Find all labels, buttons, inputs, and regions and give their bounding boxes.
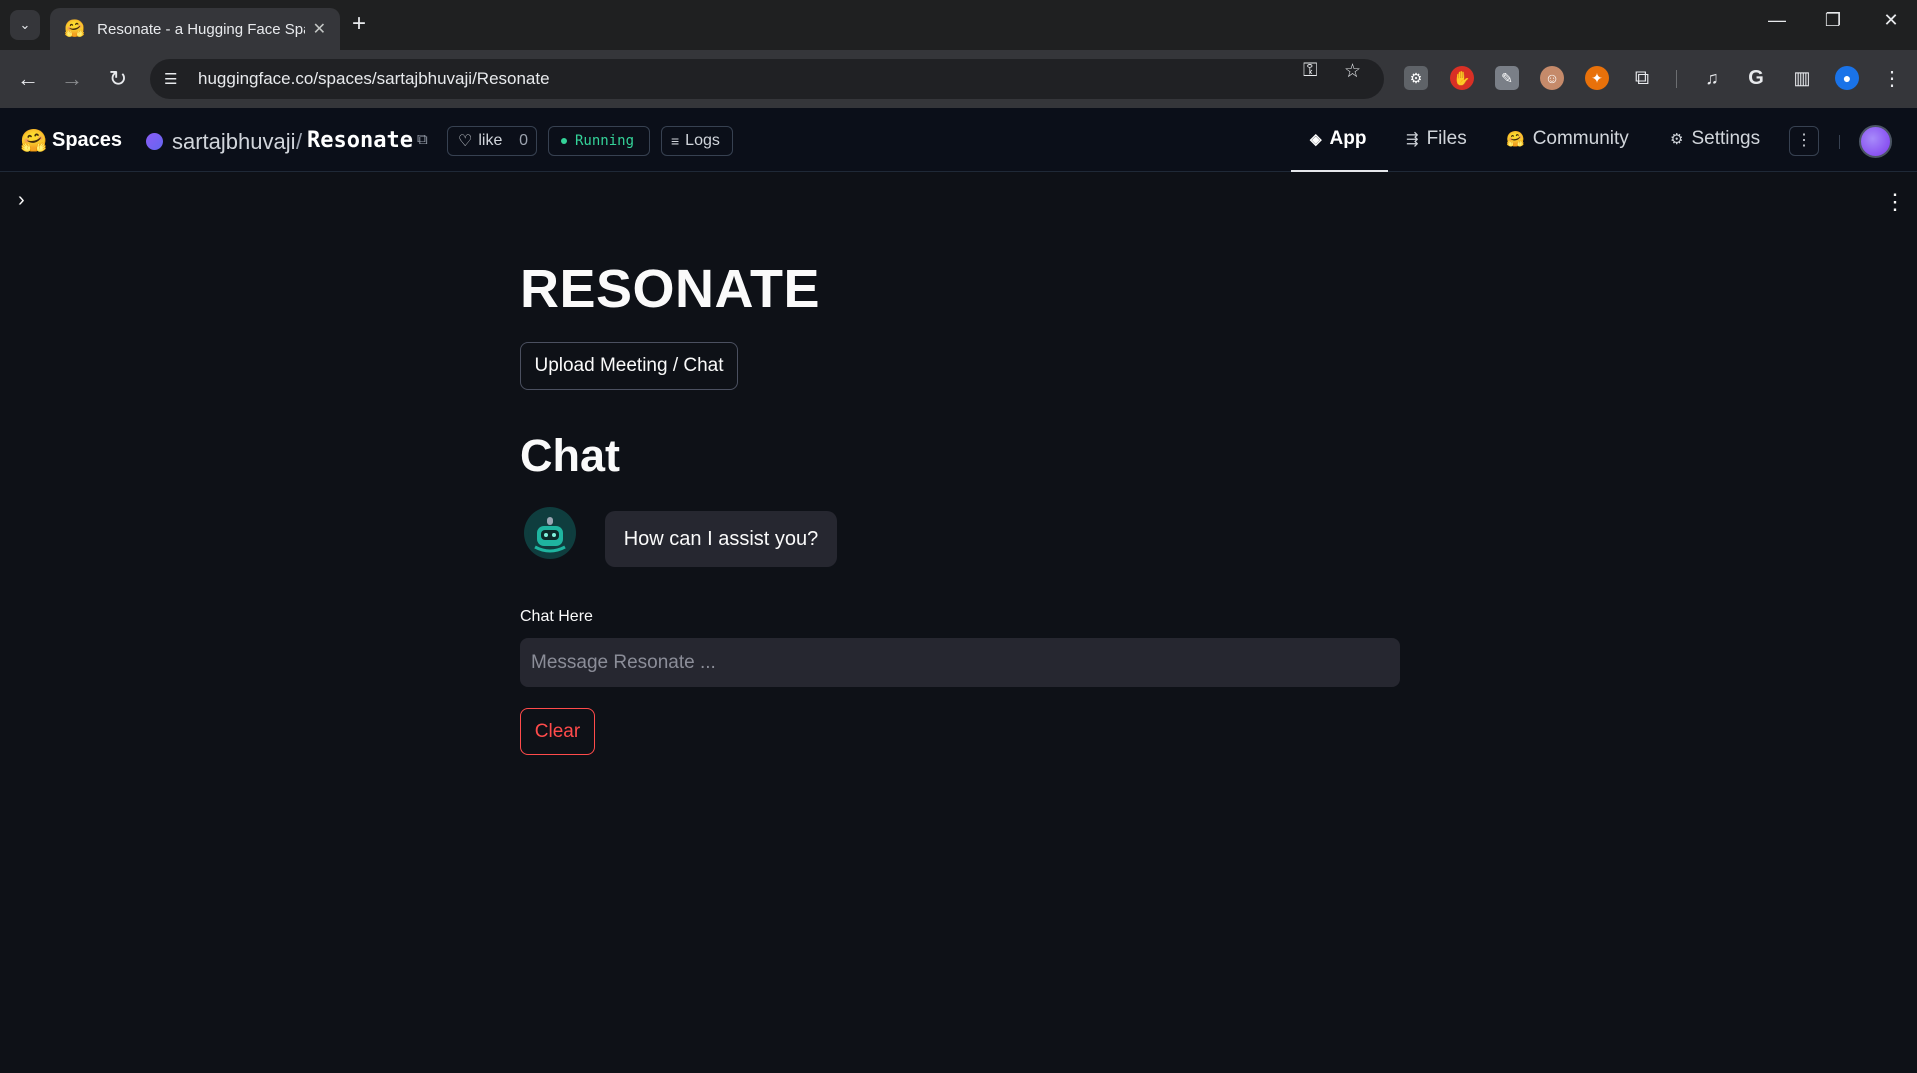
assistant-avatar-icon [524,507,576,559]
restore-icon[interactable]: ❐ [1818,10,1848,31]
hf-space-header: 🤗 Spaces sartajbhuvaji / Resonate ⧉ ♡ li… [0,108,1917,172]
browser-tab[interactable]: 🤗 Resonate - a Hugging Face Spa ✕ [50,8,340,50]
path-slash: / [296,129,303,154]
side-panel-icon[interactable]: ▥ [1790,66,1814,90]
status-label: Running [575,133,635,149]
gear-icon: ⚙ [1670,131,1684,148]
extension-hand-icon[interactable]: ✋ [1450,66,1474,90]
upload-meeting-button[interactable]: Upload Meeting / Chat [520,342,738,390]
heart-icon: ♡ [458,133,473,150]
reload-icon[interactable]: ↻ [103,65,133,93]
logs-label: Logs [685,132,720,149]
browser-toolbar: ← → ↻ ☰ huggingface.co/spaces/sartajbhuv… [0,50,1917,108]
forward-arrow-icon[interactable]: → [57,65,87,93]
logs-button[interactable]: ≡ Logs [661,126,733,156]
extension-pen-icon[interactable]: ✎ [1495,66,1519,90]
tab-favicon-icon: 🤗 [64,19,86,38]
browser-tab-bar: ⌄ 🤗 Resonate - a Hugging Face Spa ✕ + — … [0,0,1917,50]
new-tab-plus-icon[interactable]: + [352,12,366,36]
community-icon: 🤗 [1506,131,1525,148]
tab-files-label: Files [1426,128,1467,149]
chat-heading: Chat [520,430,620,481]
extension-face-icon[interactable]: ☺ [1540,66,1564,90]
owner-link[interactable]: sartajbhuvaji [172,129,296,155]
owner-avatar-icon [146,133,163,150]
tab-title: Resonate - a Hugging Face Spa [97,20,305,38]
assistant-message: How can I assist you? [605,511,837,567]
window-close-icon[interactable]: ✕ [1876,10,1906,31]
chat-input-label: Chat Here [520,608,593,625]
minimize-icon[interactable]: — [1762,10,1792,31]
like-count: 0 [519,132,528,149]
files-icon: ⇶ [1406,131,1419,148]
hf-logo-icon[interactable]: 🤗 [20,128,47,154]
page-title: RESONATE [520,259,821,319]
like-button[interactable]: ♡ like 0 [447,126,537,156]
tab-app-label: App [1329,128,1367,149]
app-menu-icon[interactable]: ⋮ [1884,189,1906,215]
tab-search-chevron-icon[interactable]: ⌄ [10,10,40,40]
cube-icon: ◈ [1310,131,1322,148]
tab-close-icon[interactable]: ✕ [313,19,326,39]
sidebar-expand-chevron-icon[interactable]: › [18,189,25,212]
robot-icon [528,511,572,555]
tab-settings[interactable]: ⚙ Settings [1670,128,1760,150]
clear-button[interactable]: Clear [520,708,595,755]
repo-name-link[interactable]: Resonate [307,128,413,153]
tab-settings-label: Settings [1691,128,1761,149]
status-dot-icon [561,138,567,144]
status-badge[interactable]: Running [548,126,650,156]
tab-app[interactable]: ◈ App [1310,128,1366,150]
profile-icon[interactable]: ● [1835,66,1859,90]
password-key-icon[interactable]: ⚿ [1303,60,1317,82]
tab-community[interactable]: 🤗 Community [1506,128,1629,150]
header-divider [1839,135,1840,149]
active-tab-underline [1291,170,1388,172]
toolbar-separator [1676,70,1677,88]
copy-icon[interactable]: ⧉ [417,131,428,148]
tab-files[interactable]: ⇶ Files [1406,128,1467,150]
extensions-puzzle-icon[interactable]: ⧉ [1630,66,1654,90]
browser-menu-icon[interactable]: ⋮ [1880,66,1904,90]
google-g-icon[interactable]: G [1744,66,1768,90]
url-text[interactable]: huggingface.co/spaces/sartajbhuvaji/Reso… [198,69,550,89]
site-info-icon[interactable]: ☰ [164,70,186,88]
more-options-icon[interactable]: ⋮ [1789,126,1819,156]
user-avatar[interactable] [1859,125,1892,158]
logs-icon: ≡ [671,133,680,149]
media-control-icon[interactable]: ♫ [1700,66,1724,90]
extension-orange-icon[interactable]: ✦ [1585,66,1609,90]
like-label: like [478,132,503,149]
bookmark-star-icon[interactable]: ☆ [1344,60,1361,83]
extension-gear-icon[interactable]: ⚙ [1404,66,1428,90]
spaces-link[interactable]: Spaces [52,129,122,152]
tab-community-label: Community [1532,128,1629,149]
address-bar[interactable]: ☰ huggingface.co/spaces/sartajbhuvaji/Re… [150,59,1384,99]
chat-input[interactable] [520,638,1400,687]
back-arrow-icon[interactable]: ← [13,65,43,93]
